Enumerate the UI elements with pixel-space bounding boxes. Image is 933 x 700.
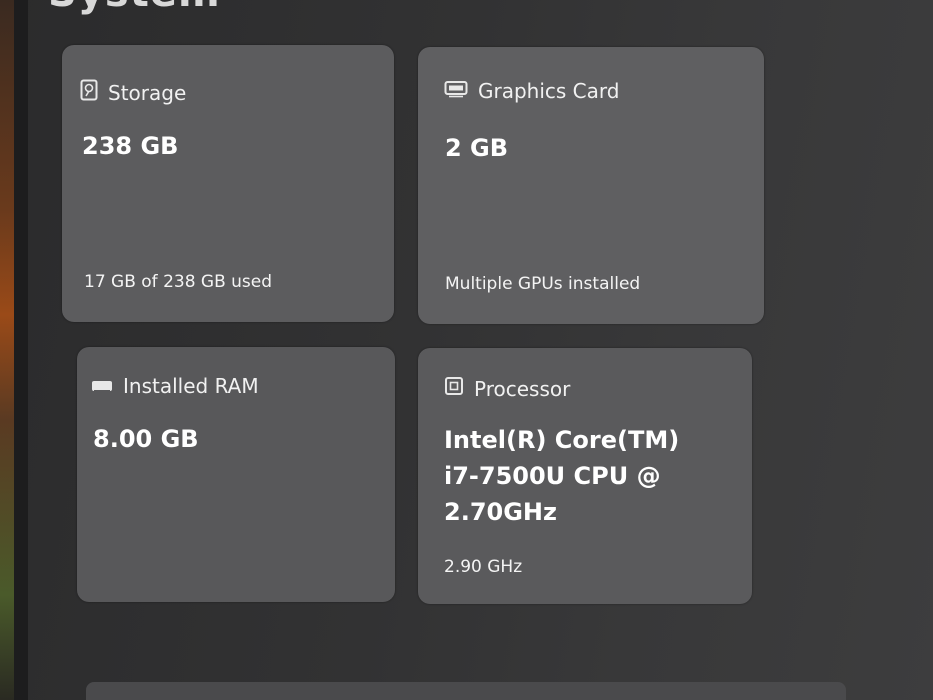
processor-icon (444, 376, 464, 401)
storage-card[interactable]: Storage 238 GB 17 GB of 238 GB used (62, 45, 394, 322)
storage-card-header: Storage (80, 79, 186, 106)
graphics-card-card[interactable]: Graphics Card 2 GB Multiple GPUs install… (418, 47, 764, 324)
graphics-card-header: Graphics Card (444, 79, 619, 103)
bezel (14, 0, 28, 700)
memory-icon (91, 374, 113, 398)
graphics-detail: Multiple GPUs installed (445, 274, 641, 294)
hard-drive-icon (80, 79, 98, 106)
storage-capacity: 238 GB (82, 132, 179, 160)
processor-card[interactable]: Processor Intel(R) Core(TM) i7-7500U CPU… (418, 348, 752, 604)
graphics-card-icon (444, 79, 468, 103)
processor-name-line-3: 2.70GHz (444, 498, 557, 526)
ram-card-title: Installed RAM (123, 374, 259, 398)
page-title: System (48, 0, 221, 16)
processor-name-line-2: i7-7500U CPU @ (444, 462, 661, 490)
processor-card-header: Processor (444, 376, 570, 401)
processor-card-title: Processor (474, 376, 571, 401)
settings-screen: System Storage 238 GB 17 GB of 238 GB us… (0, 0, 933, 700)
storage-usage: 17 GB of 238 GB used (84, 272, 273, 292)
ram-card-header: Installed RAM (91, 374, 259, 398)
ram-amount: 8.00 GB (93, 425, 199, 453)
processor-name-line-1: Intel(R) Core(TM) (444, 426, 680, 454)
next-card-partial (86, 682, 846, 700)
graphics-card-title: Graphics Card (478, 79, 620, 103)
storage-card-title: Storage (108, 80, 187, 105)
ram-card[interactable]: Installed RAM 8.00 GB (77, 347, 395, 602)
graphics-memory: 2 GB (445, 134, 509, 162)
processor-speed: 2.90 GHz (444, 557, 523, 577)
